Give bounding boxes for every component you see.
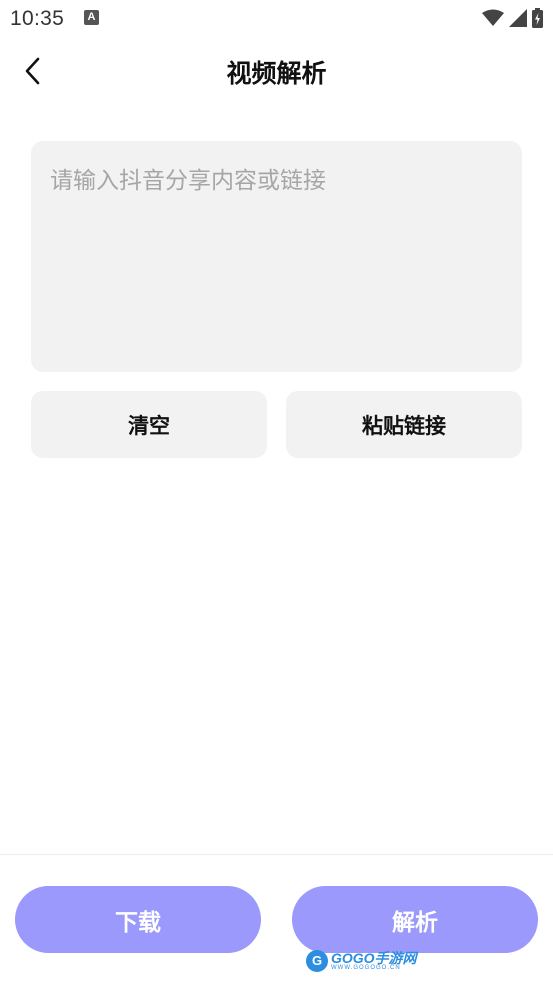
watermark-sub-text: WWW.GOGOGO.CN — [331, 965, 401, 971]
battery-icon — [532, 8, 543, 28]
watermark-text: GOGO手游网 WWW.GOGOGO.CN — [331, 951, 417, 971]
share-content-input[interactable] — [31, 141, 522, 372]
parse-button[interactable]: 解析 — [292, 886, 538, 953]
page-title: 视频解析 — [226, 59, 327, 88]
signal-icon — [509, 9, 527, 27]
app-header: 视频解析 — [0, 38, 553, 104]
bottom-divider — [0, 854, 553, 855]
notification-a-icon: A — [84, 10, 99, 25]
wifi-icon — [482, 9, 504, 26]
status-time: 10:35 — [10, 7, 65, 30]
watermark-main-text: GOGO手游网 — [331, 950, 417, 966]
watermark-logo-icon: G — [306, 950, 328, 972]
paste-link-button[interactable]: 粘贴链接 — [286, 391, 522, 458]
download-button[interactable]: 下载 — [15, 886, 261, 953]
clear-button[interactable]: 清空 — [31, 391, 267, 458]
watermark: G GOGO手游网 WWW.GOGOGO.CN — [306, 948, 417, 974]
status-icons — [482, 7, 543, 29]
share-content-input-box[interactable] — [31, 141, 522, 372]
status-bar: 10:35 A — [0, 0, 553, 38]
